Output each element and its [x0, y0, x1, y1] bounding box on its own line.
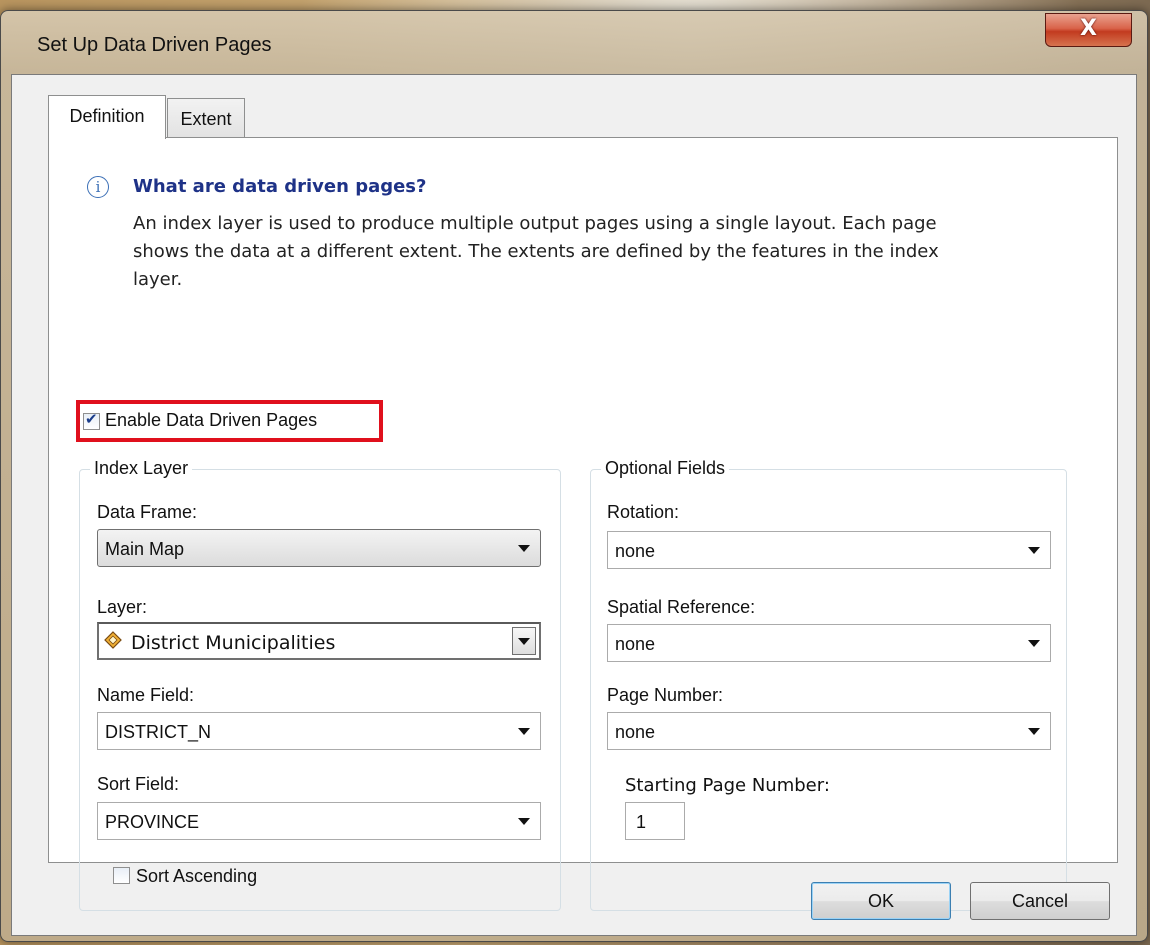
- info-icon: i: [87, 176, 109, 198]
- window-title: Set Up Data Driven Pages: [37, 34, 272, 56]
- page-number-select[interactable]: none: [607, 712, 1051, 750]
- starting-page-number-value: 1: [636, 812, 647, 832]
- sort-field-label: Sort Field:: [97, 774, 180, 794]
- chevron-down-icon: [518, 818, 530, 825]
- spatial-reference-label: Spatial Reference:: [607, 597, 756, 617]
- close-button[interactable]: X: [1045, 13, 1132, 47]
- info-line: An index layer is used to produce multip…: [133, 213, 937, 234]
- layer-select[interactable]: District Municipalities: [97, 622, 541, 660]
- info-description: An index layer is used to produce multip…: [133, 210, 1073, 294]
- close-icon: X: [1080, 16, 1097, 41]
- rotation-select[interactable]: none: [607, 531, 1051, 569]
- title-bar[interactable]: Set Up Data Driven Pages X: [1, 11, 1147, 81]
- tab-definition[interactable]: Definition: [48, 95, 166, 139]
- tab-definition-label: Definition: [69, 106, 145, 126]
- index-layer-group-label: Index Layer: [90, 458, 193, 479]
- name-field-select[interactable]: DISTRICT_N: [97, 712, 541, 750]
- starting-page-number-input[interactable]: 1: [625, 802, 685, 840]
- chevron-down-icon: [1028, 547, 1040, 554]
- chevron-down-icon: [1028, 728, 1040, 735]
- enable-data-driven-pages-label: Enable Data Driven Pages: [105, 410, 318, 430]
- sort-ascending-checkbox[interactable]: [113, 867, 130, 884]
- data-frame-value: Main Map: [105, 539, 185, 559]
- spatial-reference-value: none: [615, 634, 656, 654]
- optional-fields-group-label: Optional Fields: [601, 458, 730, 479]
- setup-data-driven-pages-dialog: Set Up Data Driven Pages X Definition Ex…: [0, 10, 1148, 942]
- info-heading: What are data driven pages?: [133, 176, 427, 197]
- page-number-value: none: [615, 722, 656, 742]
- dialog-client-area: Definition Extent i What are data driven…: [11, 74, 1137, 936]
- data-frame-label: Data Frame:: [97, 502, 198, 522]
- layer-label: Layer:: [97, 597, 148, 617]
- rotation-value: none: [615, 541, 656, 561]
- tab-extent-label: Extent: [180, 109, 232, 129]
- checkmark-icon: ✔: [85, 410, 98, 428]
- starting-page-number-label: Starting Page Number:: [625, 775, 830, 796]
- cancel-button[interactable]: Cancel: [970, 882, 1110, 920]
- data-frame-select[interactable]: Main Map: [97, 529, 541, 567]
- spatial-reference-select[interactable]: none: [607, 624, 1051, 662]
- tab-extent[interactable]: Extent: [167, 98, 245, 138]
- polygon-layer-icon: [104, 631, 122, 649]
- name-field-value: DISTRICT_N: [105, 722, 212, 742]
- chevron-down-icon: [518, 638, 530, 645]
- page-number-label: Page Number:: [607, 685, 724, 705]
- sort-ascending-label: Sort Ascending: [136, 866, 258, 886]
- layer-dropdown-button[interactable]: [512, 627, 536, 655]
- chevron-down-icon: [1028, 640, 1040, 647]
- ok-button[interactable]: OK: [811, 882, 951, 920]
- chevron-down-icon: [518, 728, 530, 735]
- info-line: layer.: [133, 269, 183, 290]
- layer-value: District Municipalities: [131, 632, 336, 654]
- sort-field-value: PROVINCE: [105, 812, 200, 832]
- chevron-down-icon: [518, 545, 530, 552]
- name-field-label: Name Field:: [97, 685, 195, 705]
- enable-data-driven-pages-checkbox[interactable]: ✔: [83, 410, 100, 430]
- info-line: shows the data at a different extent. Th…: [133, 241, 939, 262]
- sort-field-select[interactable]: PROVINCE: [97, 802, 541, 840]
- definition-panel: i What are data driven pages? An index l…: [48, 137, 1118, 911]
- rotation-label: Rotation:: [607, 502, 680, 522]
